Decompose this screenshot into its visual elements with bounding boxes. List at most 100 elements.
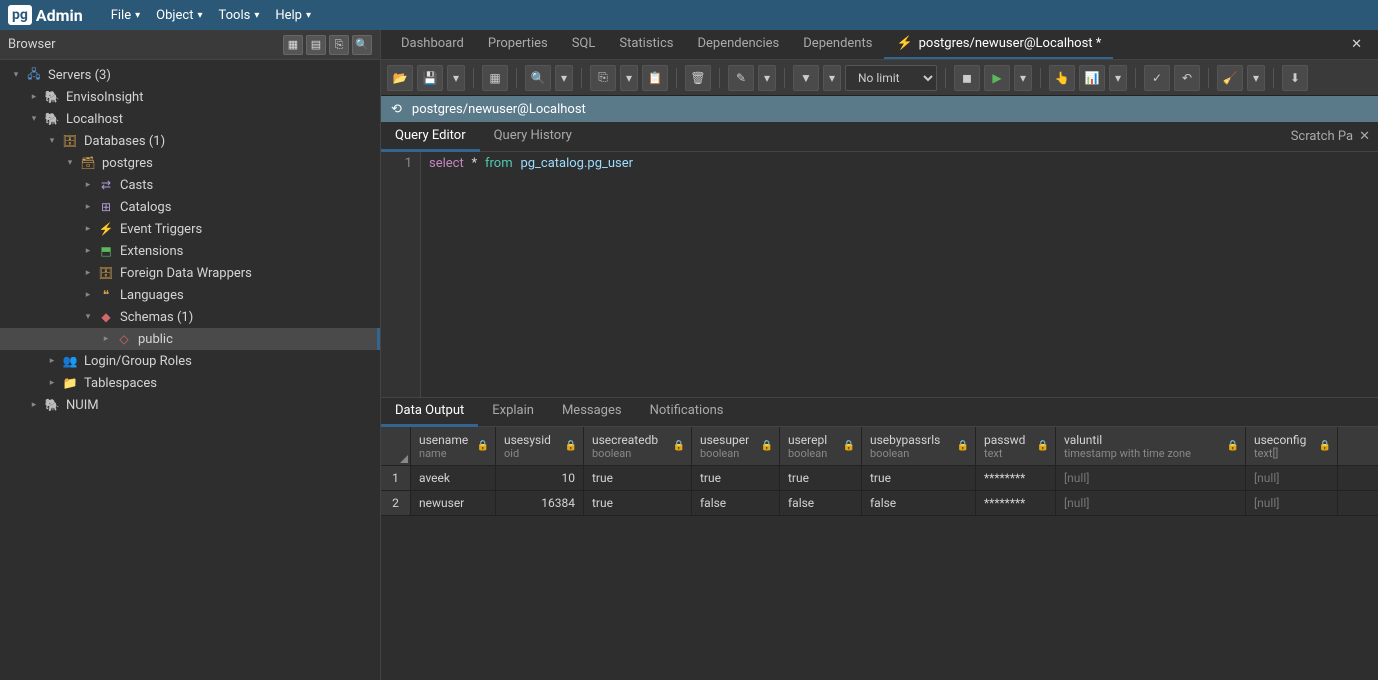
menu-object[interactable]: Object bbox=[148, 4, 210, 27]
tab-dependencies[interactable]: Dependencies bbox=[685, 30, 791, 59]
save-icon[interactable]: 💾 bbox=[417, 65, 443, 91]
execute-icon[interactable]: ▶ bbox=[984, 65, 1010, 91]
tree-public[interactable]: ▸◇public bbox=[0, 328, 380, 350]
explain-dropdown-icon[interactable]: ▾ bbox=[1109, 65, 1127, 91]
tree-servers[interactable]: ▾🖧Servers (3) bbox=[0, 64, 380, 86]
subtab-query-editor[interactable]: Query Editor bbox=[381, 122, 480, 152]
tree-tablespaces[interactable]: ▸📁Tablespaces bbox=[0, 372, 380, 394]
cell[interactable]: true bbox=[692, 466, 780, 490]
cell[interactable]: [null] bbox=[1056, 466, 1246, 490]
tree-schemas[interactable]: ▾◆Schemas (1) bbox=[0, 306, 380, 328]
edit-icon[interactable]: ✎ bbox=[728, 65, 754, 91]
row-number[interactable]: 1 bbox=[381, 466, 411, 490]
tree-languages[interactable]: ▸❝Languages bbox=[0, 284, 380, 306]
filter-dropdown-icon[interactable]: ▾ bbox=[823, 65, 841, 91]
tab-sql[interactable]: SQL bbox=[560, 30, 608, 59]
tree-localhost[interactable]: ▾🐘Localhost bbox=[0, 108, 380, 130]
object-tree[interactable]: ▾🖧Servers (3) ▸🐘EnvisoInsight ▾🐘Localhos… bbox=[0, 60, 380, 680]
tab-dashboard[interactable]: Dashboard bbox=[389, 30, 476, 59]
tree-event-triggers[interactable]: ▸⚡Event Triggers bbox=[0, 218, 380, 240]
data-output-grid[interactable]: usenamename🔒usesysidoid🔒usecreatedbboole… bbox=[381, 427, 1378, 680]
cell[interactable]: [null] bbox=[1056, 491, 1246, 515]
rollback-icon[interactable]: ↶ bbox=[1174, 65, 1200, 91]
tree-nuim[interactable]: ▸🐘NUIM bbox=[0, 394, 380, 416]
cell[interactable]: aveek bbox=[411, 466, 496, 490]
tree-fdw[interactable]: ▸🗄Foreign Data Wrappers bbox=[0, 262, 380, 284]
column-header-userepl[interactable]: usereplboolean🔒 bbox=[780, 427, 862, 465]
tab-statistics[interactable]: Statistics bbox=[607, 30, 685, 59]
clear-dropdown-icon[interactable]: ▾ bbox=[1247, 65, 1265, 91]
cell[interactable]: false bbox=[692, 491, 780, 515]
tab-query-tool[interactable]: ⚡postgres/newuser@Localhost * bbox=[884, 30, 1113, 59]
tree-databases[interactable]: ▾🗄Databases (1) bbox=[0, 130, 380, 152]
explain-icon[interactable]: 👆 bbox=[1049, 65, 1075, 91]
cell[interactable]: false bbox=[862, 491, 976, 515]
open-file-icon[interactable]: 📂 bbox=[387, 65, 413, 91]
tree-postgres[interactable]: ▾🗃postgres bbox=[0, 152, 380, 174]
sql-editor[interactable]: 1 select * from pg_catalog.pg_user bbox=[381, 152, 1378, 397]
column-header-usebypassrls[interactable]: usebypassrlsboolean🔒 bbox=[862, 427, 976, 465]
tab-properties[interactable]: Properties bbox=[476, 30, 560, 59]
browser-icon-3[interactable]: ⎘ bbox=[329, 35, 349, 55]
subtab-query-history[interactable]: Query History bbox=[480, 122, 586, 152]
cell[interactable]: true bbox=[780, 466, 862, 490]
tree-casts[interactable]: ▸⇄Casts bbox=[0, 174, 380, 196]
subtab-data-output[interactable]: Data Output bbox=[381, 397, 478, 427]
grid-icon[interactable]: ▦ bbox=[482, 65, 508, 91]
delete-icon[interactable]: 🗑 bbox=[685, 65, 711, 91]
cell[interactable]: 10 bbox=[496, 466, 584, 490]
table-row[interactable]: 2newuser16384truefalsefalsefalse********… bbox=[381, 491, 1378, 516]
scratch-close-icon[interactable]: ✕ bbox=[1359, 129, 1370, 144]
menu-tools[interactable]: Tools bbox=[210, 4, 267, 27]
explain-analyze-icon[interactable]: 📊 bbox=[1079, 65, 1105, 91]
column-header-passwd[interactable]: passwdtext🔒 bbox=[976, 427, 1056, 465]
tree-extensions[interactable]: ▸⬒Extensions bbox=[0, 240, 380, 262]
column-header-usesysid[interactable]: usesysidoid🔒 bbox=[496, 427, 584, 465]
subtab-notifications[interactable]: Notifications bbox=[636, 397, 738, 427]
grid-corner[interactable] bbox=[381, 427, 411, 465]
browser-icon-1[interactable]: ▦ bbox=[283, 35, 303, 55]
cell[interactable]: newuser bbox=[411, 491, 496, 515]
column-header-usename[interactable]: usenamename🔒 bbox=[411, 427, 496, 465]
scratch-pad[interactable]: Scratch Pa✕ bbox=[1283, 123, 1378, 150]
tree-catalogs[interactable]: ▸⊞Catalogs bbox=[0, 196, 380, 218]
menu-help[interactable]: Help bbox=[267, 4, 319, 27]
tree-login-roles[interactable]: ▸👥Login/Group Roles bbox=[0, 350, 380, 372]
column-header-usesuper[interactable]: usesuperboolean🔒 bbox=[692, 427, 780, 465]
browser-icon-2[interactable]: ▤ bbox=[306, 35, 326, 55]
execute-dropdown-icon[interactable]: ▾ bbox=[1014, 65, 1032, 91]
copy-dropdown-icon[interactable]: ▾ bbox=[620, 65, 638, 91]
tree-envisoinsight[interactable]: ▸🐘EnvisoInsight bbox=[0, 86, 380, 108]
find-icon[interactable]: 🔍 bbox=[525, 65, 551, 91]
cell[interactable]: 16384 bbox=[496, 491, 584, 515]
cell[interactable]: [null] bbox=[1246, 466, 1338, 490]
editor-code[interactable]: select * from pg_catalog.pg_user bbox=[421, 152, 1378, 397]
cell[interactable]: [null] bbox=[1246, 491, 1338, 515]
column-header-useconfig[interactable]: useconfigtext[]🔒 bbox=[1246, 427, 1338, 465]
column-header-valuntil[interactable]: valuntiltimestamp with time zone🔒 bbox=[1056, 427, 1246, 465]
paste-icon[interactable]: 📋 bbox=[642, 65, 668, 91]
column-header-usecreatedb[interactable]: usecreatedbboolean🔒 bbox=[584, 427, 692, 465]
cell[interactable]: ******** bbox=[976, 491, 1056, 515]
find-dropdown-icon[interactable]: ▾ bbox=[555, 65, 573, 91]
filter-icon[interactable]: ▼ bbox=[793, 65, 819, 91]
download-icon[interactable]: ⬇ bbox=[1282, 65, 1308, 91]
menu-file[interactable]: File bbox=[103, 4, 148, 27]
edit-dropdown-icon[interactable]: ▾ bbox=[758, 65, 776, 91]
cell[interactable]: true bbox=[584, 466, 692, 490]
table-row[interactable]: 1aveek10truetruetruetrue********[null][n… bbox=[381, 466, 1378, 491]
row-number[interactable]: 2 bbox=[381, 491, 411, 515]
commit-icon[interactable]: ✓ bbox=[1144, 65, 1170, 91]
clear-icon[interactable]: 🧹 bbox=[1217, 65, 1243, 91]
cell[interactable]: false bbox=[780, 491, 862, 515]
stop-icon[interactable]: ◼ bbox=[954, 65, 980, 91]
save-dropdown-icon[interactable]: ▾ bbox=[447, 65, 465, 91]
browser-search-icon[interactable]: 🔍 bbox=[352, 35, 372, 55]
subtab-messages[interactable]: Messages bbox=[548, 397, 636, 427]
cell[interactable]: true bbox=[584, 491, 692, 515]
cell[interactable]: true bbox=[862, 466, 976, 490]
tab-dependents[interactable]: Dependents bbox=[791, 30, 884, 59]
copy-icon[interactable]: ⎘ bbox=[590, 65, 616, 91]
tab-close-icon[interactable]: ✕ bbox=[1343, 33, 1370, 56]
limit-select[interactable]: No limit bbox=[845, 65, 937, 91]
